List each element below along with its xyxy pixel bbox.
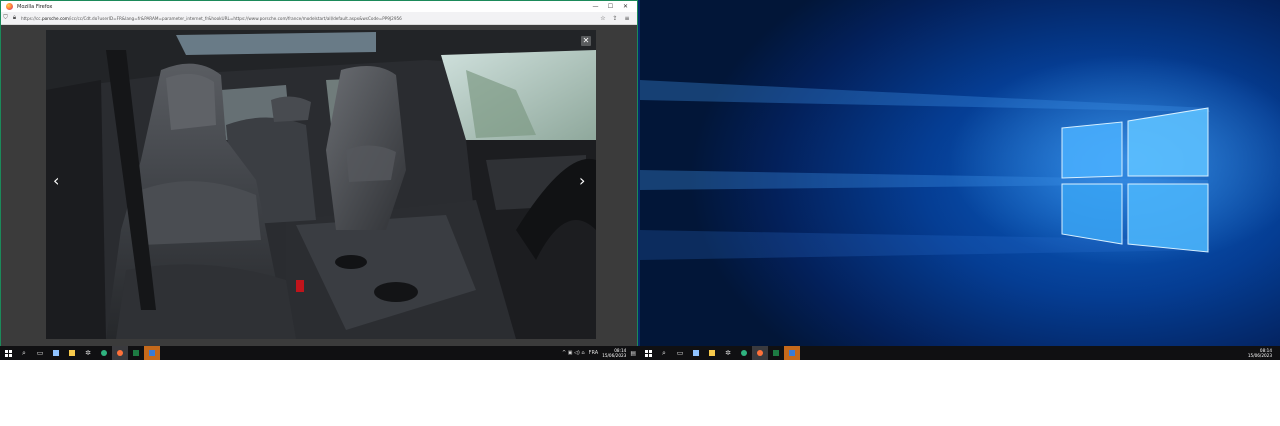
lock-icon[interactable]: 🔒︎ xyxy=(10,14,19,22)
car-interior-photo xyxy=(46,30,596,339)
file-explorer-icon[interactable] xyxy=(704,346,720,360)
gallery-close-button[interactable]: ✕ xyxy=(581,36,591,46)
excel-icon[interactable] xyxy=(128,346,144,360)
menu-icon[interactable]: ≡ xyxy=(621,15,633,22)
next-image-button[interactable]: › xyxy=(579,173,585,189)
bookmark-star-icon[interactable]: ☆ xyxy=(597,15,609,22)
right-monitor: ⌕ ▭ ✲ 08:14 15/06/2023 xyxy=(640,0,1280,360)
firefox-taskbar-icon[interactable] xyxy=(112,346,128,360)
clock-date: 15/06/2023 xyxy=(1247,353,1272,358)
search-icon[interactable]: ⌕ xyxy=(656,346,672,360)
minimize-button[interactable]: — xyxy=(588,1,603,12)
extensions-icon[interactable]: ⇪ xyxy=(609,15,621,22)
firefox-window: Mozilla Firefox — ☐ ✕ ⛉ 🔒︎ https://cc.po… xyxy=(0,0,638,355)
excel-icon[interactable] xyxy=(768,346,784,360)
language-indicator[interactable]: FRA xyxy=(589,350,599,356)
windows-logo-icon xyxy=(644,349,652,357)
edge-icon[interactable] xyxy=(96,346,112,360)
clock[interactable]: 08:14 15/06/2023 xyxy=(602,348,626,358)
close-window-button[interactable]: ✕ xyxy=(618,1,633,12)
clock-date: 15/06/2023 xyxy=(602,353,627,358)
start-button-right[interactable] xyxy=(640,346,656,360)
app-pinned-icon[interactable] xyxy=(784,346,800,360)
task-view-icon[interactable]: ▭ xyxy=(672,346,688,360)
firefox-logo-icon xyxy=(6,3,13,10)
left-monitor: Mozilla Firefox — ☐ ✕ ⛉ 🔒︎ https://cc.po… xyxy=(0,0,640,360)
settings-icon[interactable]: ✲ xyxy=(720,346,736,360)
start-button[interactable] xyxy=(0,346,16,360)
clock[interactable]: 08:14 15/06/2023 xyxy=(1248,348,1272,358)
notepad-icon[interactable] xyxy=(48,346,64,360)
taskbar-left: ⌕ ▭ ✲ ^ ▣ ◁) ⌂ FRA 08:14 15/06/2023 ▤ xyxy=(0,346,640,360)
taskbar-right: ⌕ ▭ ✲ 08:14 15/06/2023 xyxy=(640,346,1280,360)
url-text[interactable]: https://cc.porsche.com/icc/cc/Cdt.do?use… xyxy=(21,16,561,21)
maximize-button[interactable]: ☐ xyxy=(603,1,618,12)
page-content: ✕ ‹ › ▂ ⟰ xyxy=(1,25,637,355)
windows-logo-icon xyxy=(4,349,12,357)
firefox-taskbar-icon[interactable] xyxy=(752,346,768,360)
window-title: Mozilla Firefox xyxy=(17,3,53,10)
settings-icon[interactable]: ✲ xyxy=(80,346,96,360)
task-view-icon[interactable]: ▭ xyxy=(32,346,48,360)
notifications-icon[interactable]: ▤ xyxy=(630,350,636,357)
address-bar[interactable]: ⛉ 🔒︎ https://cc.porsche.com/icc/cc/Cdt.d… xyxy=(1,12,637,25)
desktop-wallpaper xyxy=(640,0,1280,346)
previous-image-button[interactable]: ‹ xyxy=(53,173,59,189)
system-tray-icons[interactable]: ^ ▣ ◁) ⌂ xyxy=(562,350,585,356)
notepad-icon[interactable] xyxy=(688,346,704,360)
title-bar[interactable]: Mozilla Firefox — ☐ ✕ xyxy=(1,1,637,12)
edge-icon[interactable] xyxy=(736,346,752,360)
shield-icon[interactable]: ⛉ xyxy=(1,14,10,22)
app-pinned-icon[interactable] xyxy=(144,346,160,360)
file-explorer-icon[interactable] xyxy=(64,346,80,360)
search-icon[interactable]: ⌕ xyxy=(16,346,32,360)
